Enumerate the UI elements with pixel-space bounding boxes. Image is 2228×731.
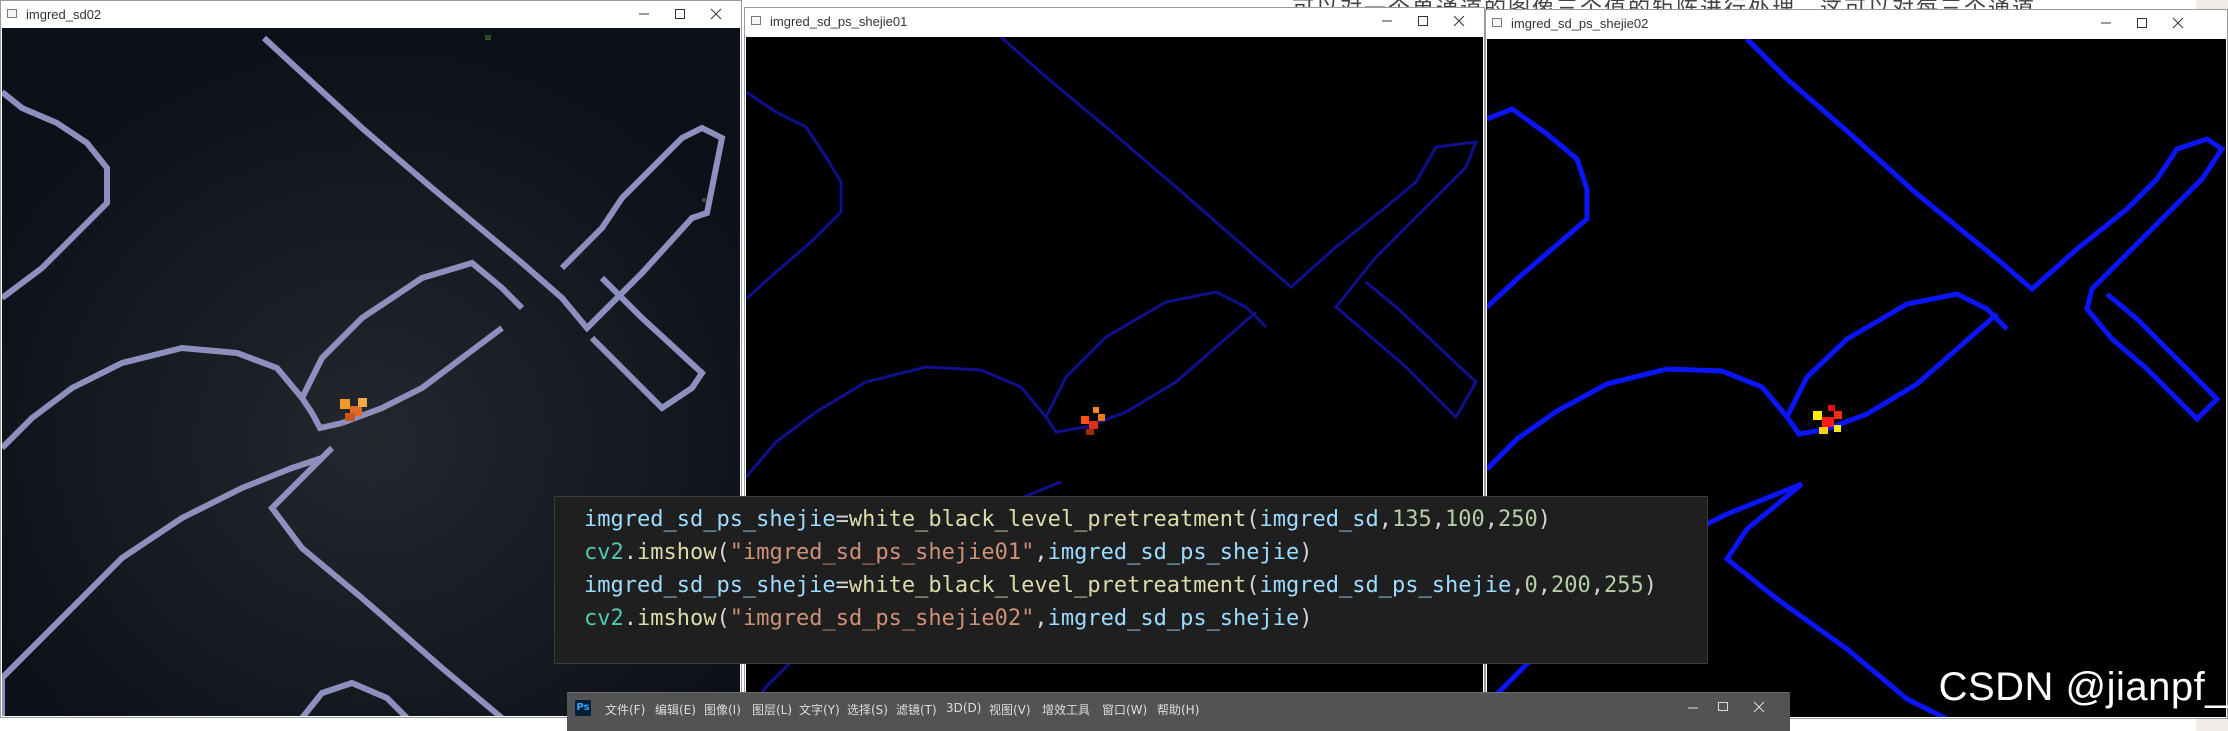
close-button[interactable]: [2161, 12, 2195, 34]
photoshop-menubar: Ps 文件(F) 编辑(E) 图像(I) 图层(L) 文字(Y) 选择(S) 滤…: [567, 692, 1790, 731]
menu-layer[interactable]: 图层(L): [752, 701, 792, 718]
close-button[interactable]: [699, 3, 733, 25]
menu-filter[interactable]: 滤镜(T): [896, 701, 937, 718]
noise-pixel: [485, 35, 491, 40]
code-line-1: imgred_sd_ps_shejie=white_black_level_pr…: [584, 507, 1551, 532]
minimize-button[interactable]: [2089, 12, 2123, 34]
maximize-icon: [1418, 16, 1428, 26]
maximize-button[interactable]: [2125, 12, 2159, 34]
menu-view[interactable]: 视图(V): [989, 701, 1031, 718]
minimize-icon: [1382, 20, 1392, 22]
minimize-button[interactable]: [627, 3, 661, 25]
menu-type[interactable]: 文字(Y): [799, 701, 840, 718]
ps-maximize-button[interactable]: [1712, 698, 1734, 716]
window-title: imgred_sd02: [26, 7, 102, 22]
window-title: imgred_sd_ps_shejie02: [1511, 16, 1649, 31]
code-snippet-panel: imgred_sd_ps_shejie=white_black_level_pr…: [554, 496, 1708, 664]
window-app-icon: [1492, 18, 1502, 27]
window-titlebar[interactable]: imgred_sd02: [1, 1, 741, 27]
code-line-2: cv2.imshow("imgred_sd_ps_shejie01",imgre…: [584, 540, 1313, 565]
window-app-icon: [751, 16, 761, 25]
maximize-button[interactable]: [1406, 10, 1440, 32]
menu-select[interactable]: 选择(S): [847, 701, 888, 718]
code-line-3: imgred_sd_ps_shejie=white_black_level_pr…: [584, 573, 1657, 598]
ps-minimize-button[interactable]: [1682, 698, 1704, 716]
maximize-icon: [675, 9, 685, 19]
maximize-icon: [1718, 702, 1728, 711]
menu-edit[interactable]: 编辑(E): [655, 701, 696, 718]
window-title: imgred_sd_ps_shejie01: [770, 14, 908, 29]
window-app-icon: [7, 9, 17, 18]
photoshop-logo-icon[interactable]: Ps: [575, 700, 591, 716]
minimize-button[interactable]: [1370, 10, 1404, 32]
ps-close-button[interactable]: [1748, 698, 1770, 716]
minimize-icon: [639, 13, 649, 15]
minimize-icon: [2101, 22, 2111, 24]
menu-window[interactable]: 窗口(W): [1102, 701, 1147, 718]
csdn-watermark: CSDN @jianpf_: [1938, 665, 2228, 709]
window-titlebar[interactable]: imgred_sd_ps_shejie02: [1486, 10, 2227, 36]
close-icon: [2172, 17, 2184, 29]
window-titlebar[interactable]: imgred_sd_ps_shejie01: [745, 8, 1484, 34]
code-line-4: cv2.imshow("imgred_sd_ps_shejie02",imgre…: [584, 606, 1313, 631]
noise-pixel: [702, 198, 706, 202]
maximize-button[interactable]: [663, 3, 697, 25]
menu-image[interactable]: 图像(I): [704, 701, 741, 718]
menu-plugins[interactable]: 增效工具: [1042, 701, 1090, 718]
close-icon: [1453, 15, 1465, 27]
menu-file[interactable]: 文件(F): [605, 701, 645, 718]
close-icon: [710, 8, 722, 20]
close-icon: [1753, 701, 1765, 713]
menu-3d[interactable]: 3D(D): [946, 701, 981, 715]
menu-help[interactable]: 帮助(H): [1157, 701, 1199, 718]
minimize-icon: [1688, 707, 1698, 709]
close-button[interactable]: [1442, 10, 1476, 32]
maximize-icon: [2137, 18, 2147, 28]
